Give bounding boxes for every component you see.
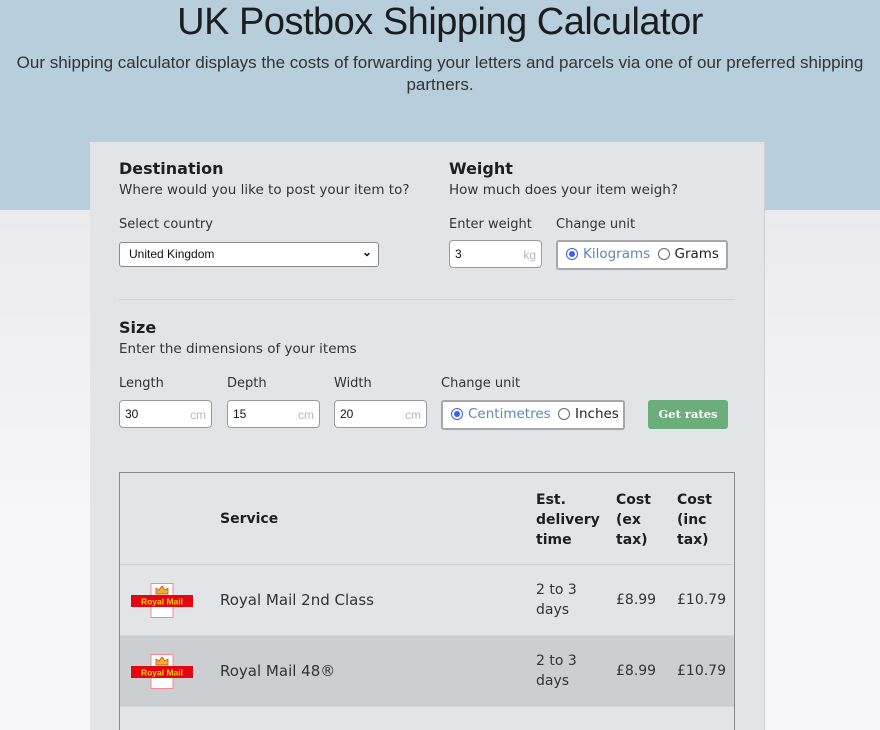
svg-text:Royal Mail: Royal Mail	[141, 668, 183, 678]
weight-unit-group: Kilograms Grams	[556, 240, 728, 270]
delivery-line: 2 to 3	[536, 582, 577, 598]
page-subtitle: Our shipping calculator displays the cos…	[16, 53, 864, 94]
length-value: 30	[125, 407, 139, 421]
col-cost-inc: Cost (inc tax)	[677, 490, 712, 550]
col-ex-line: Cost	[616, 492, 651, 508]
delivery-time: 2 to 3 days	[536, 651, 577, 691]
weight-subtitle: How much does your item weigh?	[449, 182, 679, 198]
col-ex-line: tax)	[616, 532, 648, 548]
depth-value: 15	[233, 407, 247, 421]
col-cost-ex: Cost (ex tax)	[616, 490, 651, 550]
rates-table: Service Est. delivery time Cost (ex tax)…	[119, 472, 735, 730]
size-unit-group: Centimetres Inches	[441, 400, 625, 430]
weight-unit-suffix: kg	[523, 248, 536, 262]
size-subtitle: Enter the dimensions of your items	[119, 341, 357, 357]
section-divider	[119, 299, 735, 300]
radio-selected-icon	[566, 248, 578, 260]
weight-label: Enter weight	[449, 217, 532, 232]
cost-inc-tax: £10.79	[677, 592, 726, 608]
delivery-line: 2 to 3	[536, 653, 577, 669]
cost-inc-tax: £10.79	[677, 663, 726, 679]
weight-input[interactable]: 3 kg	[449, 240, 542, 268]
country-value: United Kingdom	[129, 247, 215, 261]
radio-label: Centimetres	[468, 406, 551, 422]
weight-value: 3	[455, 247, 462, 261]
radio-label: Inches	[574, 406, 619, 422]
col-service: Service	[220, 511, 279, 527]
size-title: Size	[119, 318, 157, 337]
radio-unselected-icon	[657, 248, 670, 260]
service-name: Royal Mail 2nd Class	[220, 591, 374, 609]
radio-label: Kilograms	[583, 246, 651, 262]
cost-ex-tax: £8.99	[616, 592, 657, 608]
width-unit-suffix: cm	[405, 408, 421, 422]
width-label: Width	[334, 376, 372, 391]
radio-selected-icon	[451, 408, 463, 420]
width-value: 20	[340, 407, 354, 421]
radio-label: Grams	[674, 246, 719, 262]
radio-unselected-icon	[557, 408, 570, 420]
col-delivery-line: Est.	[536, 492, 566, 508]
calculator-card: Destination Where would you like to post…	[90, 142, 765, 730]
chevron-down-icon: ⌄	[361, 245, 372, 259]
royal-mail-logo-icon: Royal Mail	[131, 583, 193, 618]
radio-centimetres[interactable]: Centimetres	[451, 406, 551, 422]
col-delivery-line: delivery	[536, 512, 600, 528]
weight-title: Weight	[449, 159, 513, 178]
length-input[interactable]: 30 cm	[119, 400, 212, 428]
col-delivery-line: time	[536, 532, 572, 548]
length-unit-suffix: cm	[190, 408, 206, 422]
length-label: Length	[119, 376, 164, 391]
depth-unit-suffix: cm	[298, 408, 314, 422]
table-row[interactable]: Royal Mail Royal Mail 48® 2 to 3 days £8…	[120, 636, 734, 707]
depth-input[interactable]: 15 cm	[227, 400, 320, 428]
radio-grams[interactable]: Grams	[657, 246, 719, 262]
col-inc-line: (inc	[677, 512, 707, 528]
get-rates-button[interactable]: Get rates	[648, 400, 728, 429]
col-delivery: Est. delivery time	[536, 490, 600, 550]
width-input[interactable]: 20 cm	[334, 400, 427, 428]
destination-subtitle: Where would you like to post your item t…	[119, 182, 410, 198]
depth-label: Depth	[227, 376, 267, 391]
delivery-time: 2 to 3 days	[536, 580, 577, 620]
country-select[interactable]: United Kingdom ⌄	[119, 242, 379, 267]
radio-inches[interactable]: Inches	[557, 406, 619, 422]
delivery-line: days	[536, 673, 570, 689]
col-inc-line: Cost	[677, 492, 712, 508]
weight-unit-label: Change unit	[556, 217, 636, 232]
svg-text:Royal Mail: Royal Mail	[141, 597, 183, 607]
radio-kilograms[interactable]: Kilograms	[566, 246, 650, 262]
table-row[interactable]: Royal Mail Royal Mail 2nd Class 2 to 3 d…	[120, 565, 734, 636]
country-label: Select country	[119, 217, 213, 232]
royal-mail-logo-icon: Royal Mail	[131, 654, 193, 689]
destination-title: Destination	[119, 159, 224, 178]
col-ex-line: (ex	[616, 512, 641, 528]
service-name: Royal Mail 48®	[220, 662, 336, 680]
cost-ex-tax: £8.99	[616, 663, 657, 679]
delivery-line: days	[536, 602, 570, 618]
col-inc-line: tax)	[677, 532, 709, 548]
table-header: Service Est. delivery time Cost (ex tax)…	[120, 473, 734, 565]
size-unit-label: Change unit	[441, 376, 521, 391]
page-title: UK Postbox Shipping Calculator	[177, 1, 703, 43]
